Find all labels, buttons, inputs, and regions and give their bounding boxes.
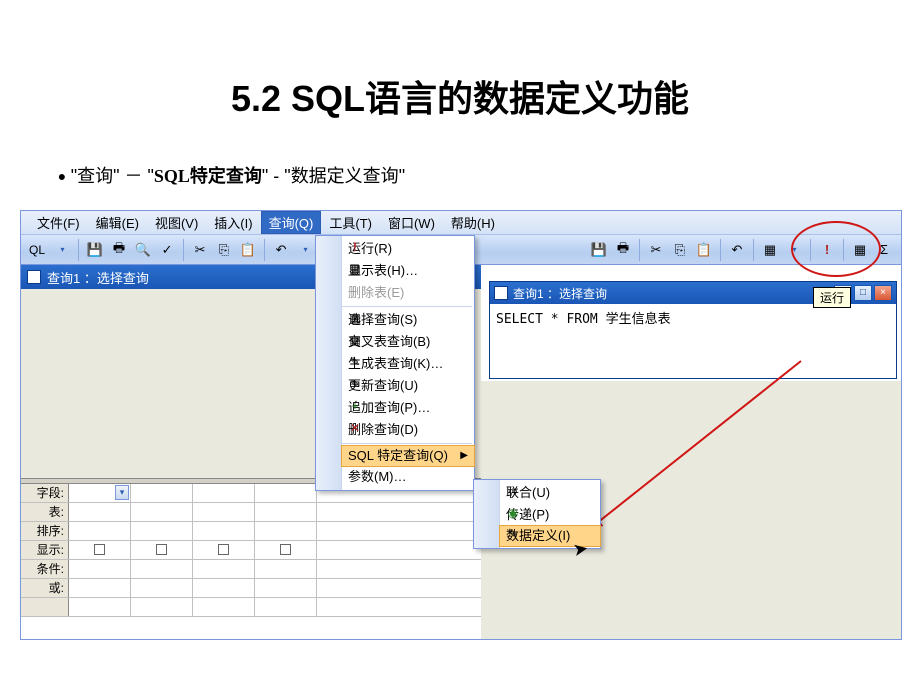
- save-icon-2[interactable]: 💾: [588, 239, 610, 261]
- show-checkbox[interactable]: [156, 544, 167, 555]
- menu-view[interactable]: 视图(V): [147, 211, 206, 234]
- grid-cell[interactable]: ▾: [69, 484, 131, 502]
- row-label-criteria: 条件:: [21, 560, 69, 578]
- grid-cell[interactable]: [69, 522, 131, 540]
- copy-icon-2[interactable]: ⎘: [669, 239, 691, 261]
- navigation-path: • "查询" － "SQL特定查询" - "数据定义查询": [0, 152, 920, 210]
- chevron-down-icon[interactable]: ▾: [115, 485, 129, 500]
- menu-separator: [342, 443, 472, 444]
- menu-item-delete-table: 删除表(E): [342, 282, 474, 304]
- grid-cell[interactable]: [255, 484, 317, 502]
- cut-icon-2[interactable]: ✂: [645, 239, 667, 261]
- row-label-table: 表:: [21, 503, 69, 521]
- menu-insert[interactable]: 插入(I): [206, 211, 260, 234]
- show-checkbox[interactable]: [218, 544, 229, 555]
- row-label-field: 字段:: [21, 484, 69, 502]
- menu-help[interactable]: 帮助(H): [443, 211, 503, 234]
- undo-icon[interactable]: ↶: [270, 239, 292, 261]
- menu-window[interactable]: 窗口(W): [380, 211, 443, 234]
- grid-cell[interactable]: [69, 541, 131, 559]
- run-icon: !: [346, 238, 364, 256]
- preview-icon[interactable]: 🔍: [132, 239, 154, 261]
- copy-icon[interactable]: ⎘: [213, 239, 235, 261]
- grid-cell[interactable]: [131, 541, 193, 559]
- grid-cell[interactable]: [131, 484, 193, 502]
- union-icon: ∞: [504, 482, 522, 500]
- maximize-button[interactable]: □: [854, 285, 872, 301]
- print-icon[interactable]: 🖶: [108, 239, 130, 261]
- query-type-icon[interactable]: ▦: [759, 239, 781, 261]
- show-table-icon[interactable]: ▦: [849, 239, 871, 261]
- grid-cell[interactable]: [131, 503, 193, 521]
- query-menu-dropdown: !运行(R) ▦显示表(H)… 删除表(E) ▦选择查询(S) ▦交叉表查询(B…: [315, 235, 475, 491]
- view-dropdown-icon[interactable]: [51, 239, 73, 261]
- grid-cell[interactable]: [69, 503, 131, 521]
- row-label-or: 或:: [21, 579, 69, 597]
- menu-item-sql-specific[interactable]: SQL 特定查询(Q)▶: [341, 445, 475, 467]
- show-checkbox[interactable]: [94, 544, 105, 555]
- grid-cell[interactable]: [193, 579, 255, 597]
- grid-cell[interactable]: [193, 522, 255, 540]
- delete-query-icon: ✕: [346, 419, 364, 437]
- query-type-dropdown[interactable]: [783, 239, 805, 261]
- table-icon: ▦: [346, 260, 364, 278]
- menu-file[interactable]: 文件(F): [29, 211, 88, 234]
- sql-editor[interactable]: SELECT * FROM 学生信息表: [490, 304, 896, 378]
- submenu-arrow-icon: ▶: [460, 445, 468, 467]
- datadef-icon: ✎: [504, 525, 522, 543]
- select-query-icon: ▦: [346, 309, 364, 327]
- qbe-grid: 字段: ▾ 表: 排序: 显示: 条件: 或:: [21, 484, 481, 617]
- menu-edit[interactable]: 编辑(E): [88, 211, 147, 234]
- undo-dropdown[interactable]: [294, 239, 316, 261]
- app-window: 文件(F) 编辑(E) 视图(V) 插入(I) 查询(Q) 工具(T) 窗口(W…: [20, 210, 902, 640]
- maketable-query-icon: ✎: [346, 353, 364, 371]
- crosstab-query-icon: ▦: [346, 331, 364, 349]
- run-tooltip: 运行: [813, 287, 851, 308]
- run-icon[interactable]: !: [816, 239, 838, 261]
- undo-icon-2[interactable]: ↶: [726, 239, 748, 261]
- sql-window-title: 查询1 ：选择查询: [513, 285, 607, 302]
- grid-cell[interactable]: [131, 579, 193, 597]
- paste-icon-2[interactable]: 📋: [693, 239, 715, 261]
- row-label-sort: 排序:: [21, 522, 69, 540]
- grid-cell[interactable]: [193, 560, 255, 578]
- passthrough-icon: ◉: [504, 504, 522, 522]
- grid-cell[interactable]: [255, 541, 317, 559]
- grid-cell[interactable]: [193, 503, 255, 521]
- sql-view-label[interactable]: QL: [25, 243, 49, 257]
- grid-cell[interactable]: [193, 541, 255, 559]
- paste-icon[interactable]: 📋: [237, 239, 259, 261]
- row-label-show: 显示:: [21, 541, 69, 559]
- grid-cell[interactable]: [131, 522, 193, 540]
- menu-gutter: [316, 236, 342, 490]
- close-button[interactable]: ×: [874, 285, 892, 301]
- window-icon: [27, 270, 41, 284]
- save-icon[interactable]: 💾: [84, 239, 106, 261]
- menu-tools[interactable]: 工具(T): [321, 211, 380, 234]
- append-query-icon: +: [346, 397, 364, 415]
- menu-item-parameters[interactable]: 参数(M)…: [342, 466, 474, 488]
- grid-cell[interactable]: [255, 560, 317, 578]
- menu-query[interactable]: 查询(Q): [261, 211, 322, 234]
- menubar: 文件(F) 编辑(E) 视图(V) 插入(I) 查询(Q) 工具(T) 窗口(W…: [21, 211, 901, 235]
- grid-cell[interactable]: [131, 560, 193, 578]
- print-icon-2[interactable]: 🖶: [612, 239, 634, 261]
- update-query-icon: ✎: [346, 375, 364, 393]
- show-checkbox[interactable]: [280, 544, 291, 555]
- spell-icon[interactable]: ✓: [156, 239, 178, 261]
- window-icon: [494, 286, 508, 300]
- totals-icon[interactable]: Σ: [873, 239, 895, 261]
- grid-cell[interactable]: [255, 579, 317, 597]
- cut-icon[interactable]: ✂: [189, 239, 211, 261]
- grid-cell[interactable]: [69, 560, 131, 578]
- grid-cell[interactable]: [255, 503, 317, 521]
- menu-gutter: [474, 480, 500, 548]
- grid-cell[interactable]: [69, 579, 131, 597]
- slide-title: 5.2 SQL语言的数据定义功能: [0, 0, 920, 152]
- grid-cell[interactable]: [255, 522, 317, 540]
- menu-separator: [342, 306, 472, 307]
- grid-cell[interactable]: [193, 484, 255, 502]
